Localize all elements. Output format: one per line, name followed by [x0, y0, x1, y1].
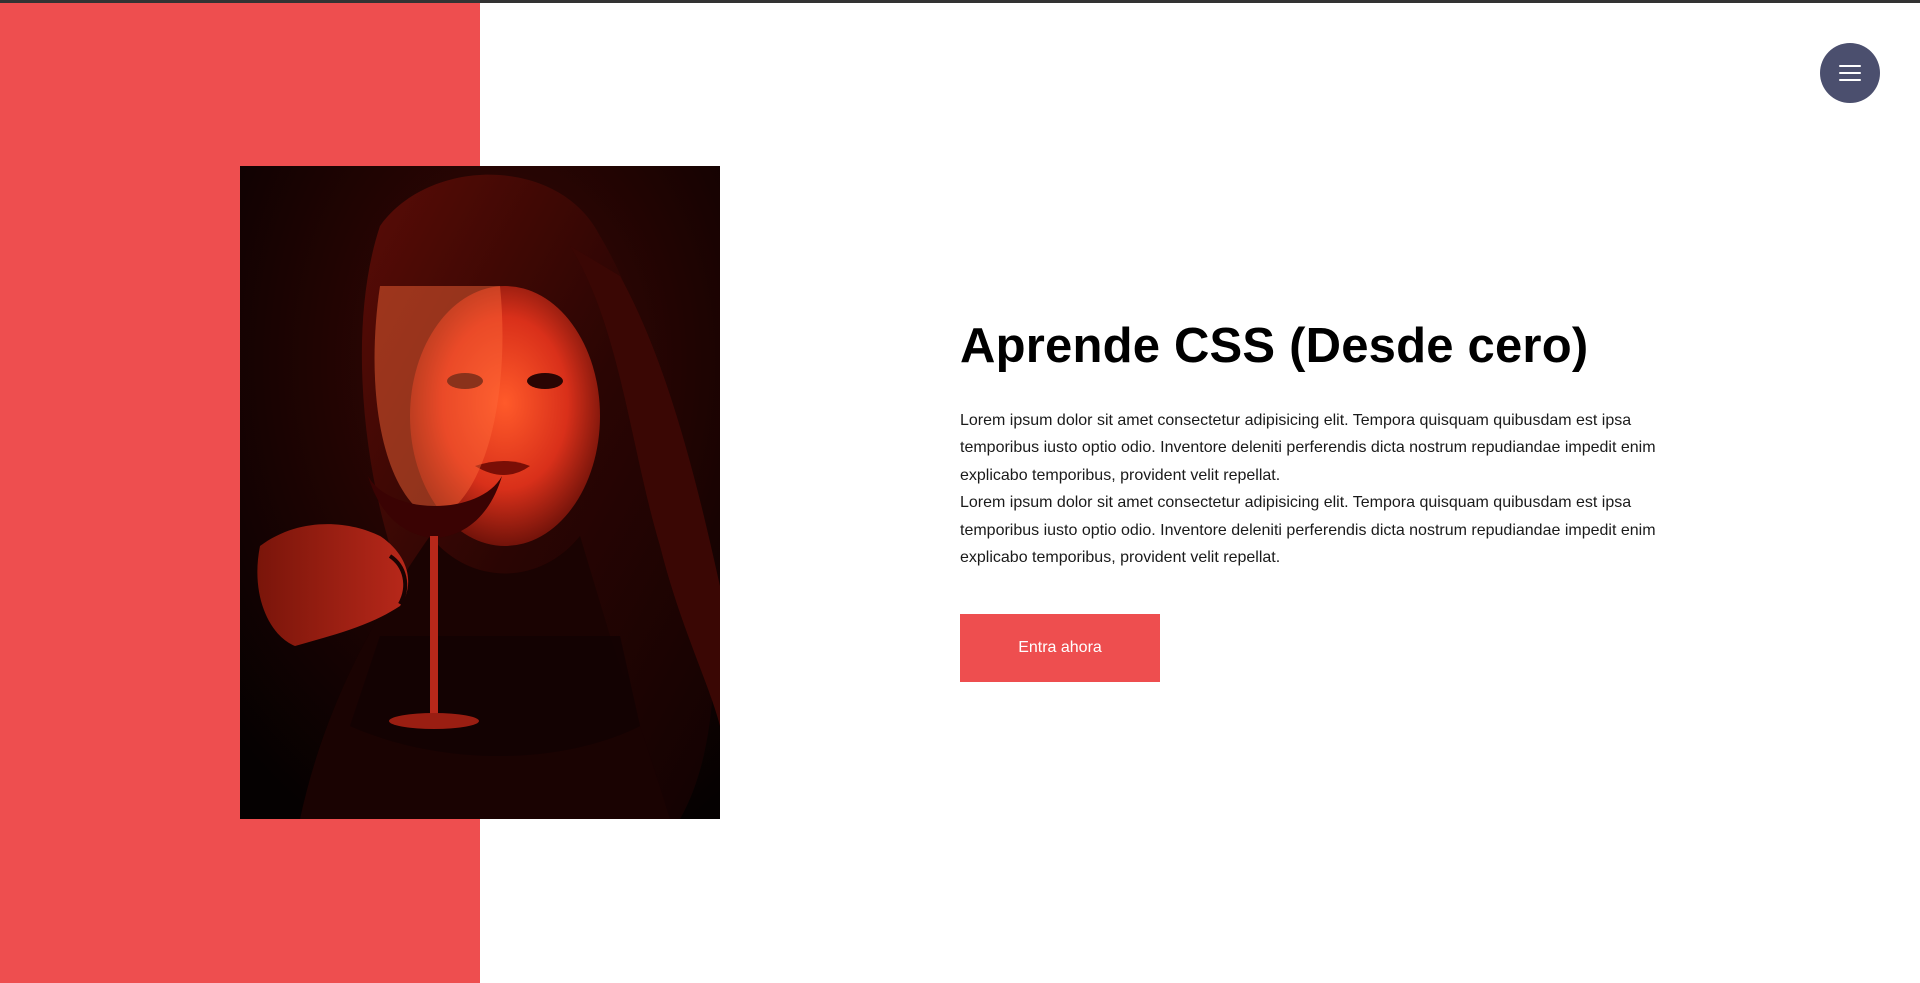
menu-button[interactable]	[1820, 43, 1880, 103]
woman-with-wine-glass-photo	[240, 166, 720, 819]
hero-title: Aprende CSS (Desde cero)	[960, 319, 1589, 373]
hero-paragraph: Lorem ipsum dolor sit amet consectetur a…	[960, 494, 1656, 567]
hero-image	[240, 166, 720, 819]
hero-paragraph: Lorem ipsum dolor sit amet consectetur a…	[960, 412, 1656, 484]
hamburger-menu-icon	[1839, 65, 1861, 81]
enter-now-button[interactable]: Entra ahora	[960, 614, 1160, 683]
hero-content: Aprende CSS (Desde cero) Lorem ipsum dol…	[960, 312, 1680, 683]
